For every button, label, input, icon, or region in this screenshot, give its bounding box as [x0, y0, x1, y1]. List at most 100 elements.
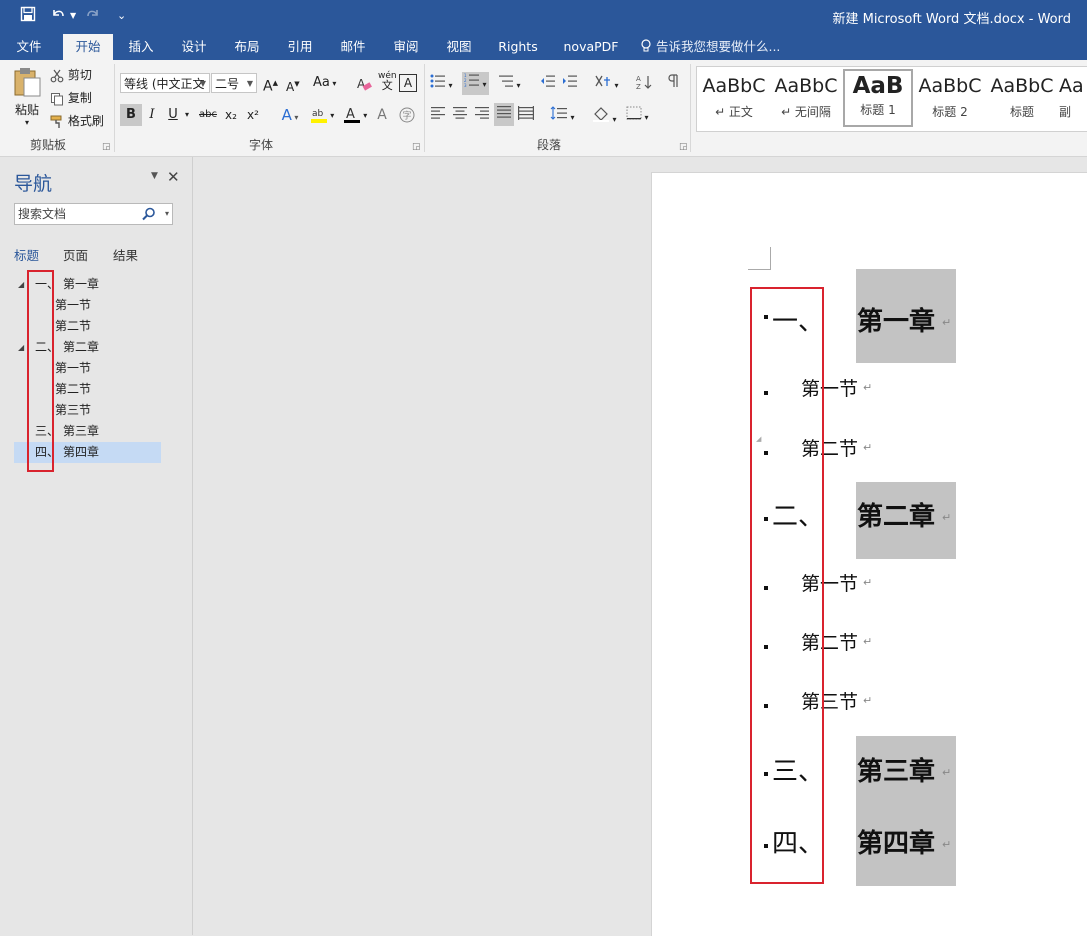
- decrease-indent-button[interactable]: [540, 74, 556, 93]
- style-name: ↵ 无间隔: [781, 105, 831, 119]
- paragraph-mark: ↵: [942, 766, 952, 779]
- collapse-triangle-icon[interactable]: ◢: [18, 337, 24, 358]
- pilcrow-icon: [668, 74, 678, 87]
- grow-font-button[interactable]: A▲: [263, 74, 278, 96]
- styles-gallery: AaBbC ↵ 正文 AaBbC ↵ 无间隔 AaB 标题 1 AaBbC 标题…: [696, 66, 1087, 132]
- nav-tab-results[interactable]: 结果: [113, 245, 138, 264]
- chinese-layout-button[interactable]: ▾: [594, 74, 619, 95]
- bullets-button[interactable]: ▾: [430, 74, 453, 95]
- style-name: 标题: [1009, 105, 1034, 119]
- heading-1-text[interactable]: 第一章: [857, 301, 935, 338]
- highlight-button[interactable]: ab ▾: [306, 104, 338, 126]
- subscript-button[interactable]: x₂: [222, 104, 240, 126]
- font-size-combo[interactable]: 二号 ▼: [211, 73, 257, 93]
- search-input[interactable]: 搜索文档 ▾: [14, 203, 173, 225]
- redo-icon[interactable]: [85, 6, 101, 26]
- clipboard-launcher-icon[interactable]: ◲: [102, 142, 111, 152]
- decrease-indent-icon: [541, 75, 555, 87]
- text-effects-button[interactable]: A ▾: [276, 104, 304, 126]
- style-heading-1[interactable]: AaB 标题 1: [843, 69, 913, 127]
- tab-file[interactable]: 文件: [8, 34, 50, 60]
- style-sample: AaBbC: [774, 75, 838, 97]
- tab-novapdf[interactable]: novaPDF: [556, 34, 626, 60]
- collapse-triangle-icon[interactable]: ◢: [18, 274, 24, 295]
- eraser-icon: A: [357, 77, 372, 91]
- sort-button[interactable]: AZ: [636, 74, 652, 95]
- shrink-font-button[interactable]: A▼: [286, 75, 300, 96]
- close-icon[interactable]: ✕: [167, 168, 180, 186]
- paste-dropdown-icon[interactable]: ▾: [10, 119, 44, 127]
- style-sample: AaBbC: [990, 75, 1054, 97]
- font-color-button[interactable]: A ▾: [340, 104, 370, 126]
- tab-home[interactable]: 开始: [63, 34, 113, 60]
- italic-button[interactable]: I: [143, 104, 161, 126]
- character-border-button[interactable]: A: [399, 74, 417, 92]
- copy-icon: [51, 92, 63, 105]
- numbering-button[interactable]: 123 ▾: [462, 72, 489, 95]
- heading-1-text[interactable]: 第四章: [857, 823, 935, 860]
- change-case-button[interactable]: Aa ▾: [313, 74, 336, 93]
- nav-options-icon[interactable]: ▼: [151, 171, 158, 181]
- nav-tab-pages[interactable]: 页面: [63, 245, 88, 264]
- enclose-characters-button[interactable]: 字: [396, 104, 418, 126]
- underline-dropdown-icon[interactable]: ▾: [182, 104, 192, 126]
- style-title[interactable]: AaBbC 标题: [987, 69, 1057, 127]
- undo-icon[interactable]: [50, 6, 66, 26]
- tab-review[interactable]: 审阅: [385, 34, 427, 60]
- heading-1-text[interactable]: 第三章: [857, 751, 935, 788]
- copy-button[interactable]: 复制: [50, 89, 92, 107]
- document-page[interactable]: 一、 第一章 ↵ 第一节 ↵ ◢ 第二节 ↵ 二、 第二章 ↵ 第一节 ↵ 第二…: [651, 172, 1087, 936]
- strikethrough-button[interactable]: abc: [196, 104, 220, 126]
- tell-me-box[interactable]: 告诉我您想要做什么...: [640, 34, 790, 60]
- show-formatting-marks-button[interactable]: [667, 74, 679, 93]
- align-right-icon: [475, 107, 489, 119]
- justify-button[interactable]: [494, 103, 514, 126]
- heading-1-text[interactable]: 第二章: [857, 496, 935, 533]
- font-name-combo[interactable]: 等线 (中文正文 ▼: [120, 73, 210, 93]
- phonetic-guide-button[interactable]: wén 文: [378, 72, 397, 92]
- style-normal[interactable]: AaBbC ↵ 正文: [699, 69, 769, 127]
- bold-button[interactable]: B: [120, 104, 142, 126]
- multilevel-list-button[interactable]: ▾: [498, 74, 521, 95]
- cut-button[interactable]: 剪切: [50, 66, 92, 84]
- line-spacing-button[interactable]: ▾: [550, 106, 575, 127]
- heading-text: 第四章: [63, 445, 100, 459]
- font-launcher-icon[interactable]: ◲: [412, 142, 421, 152]
- align-left-button[interactable]: [430, 106, 446, 125]
- style-subtitle[interactable]: Aa 副: [1059, 69, 1087, 127]
- tab-mailings[interactable]: 邮件: [332, 34, 374, 60]
- align-right-button[interactable]: [474, 106, 490, 125]
- underline-button[interactable]: U: [164, 104, 182, 126]
- tab-view[interactable]: 视图: [438, 34, 480, 60]
- superscript-button[interactable]: x²: [244, 104, 262, 126]
- borders-button[interactable]: ▾: [626, 106, 649, 127]
- distributed-button[interactable]: [518, 106, 534, 125]
- tab-design[interactable]: 设计: [173, 34, 215, 60]
- increase-indent-button[interactable]: [562, 74, 578, 93]
- svg-text:3: 3: [464, 83, 467, 87]
- save-icon[interactable]: [20, 6, 36, 26]
- chevron-down-icon[interactable]: ▾: [165, 204, 169, 224]
- tab-insert[interactable]: 插入: [120, 34, 162, 60]
- margin-corner-mark: [748, 247, 771, 270]
- undo-dropdown-icon[interactable]: ▼: [70, 6, 76, 26]
- chevron-down-icon: ▼: [246, 79, 253, 88]
- style-heading-2[interactable]: AaBbC 标题 2: [915, 69, 985, 127]
- search-icon[interactable]: [142, 207, 156, 221]
- style-no-spacing[interactable]: AaBbC ↵ 无间隔: [771, 69, 841, 127]
- tab-layout[interactable]: 布局: [226, 34, 268, 60]
- format-painter-button[interactable]: 格式刷: [50, 112, 104, 130]
- nav-tab-headings[interactable]: 标题: [14, 245, 39, 264]
- shading-button[interactable]: ▾: [592, 106, 617, 129]
- font-group-label: 字体: [249, 138, 274, 152]
- align-center-button[interactable]: [452, 106, 468, 125]
- heading-text: 第一章: [63, 277, 100, 291]
- tab-rights[interactable]: Rights: [492, 34, 544, 60]
- tell-me-text: 告诉我您想要做什么...: [655, 39, 781, 54]
- tab-references[interactable]: 引用: [279, 34, 321, 60]
- paragraph-launcher-icon[interactable]: ◲: [679, 142, 688, 152]
- paste-button[interactable]: 粘贴 ▾: [10, 66, 44, 127]
- character-shading-button[interactable]: A: [373, 104, 391, 126]
- clear-formatting-button[interactable]: A: [356, 74, 372, 92]
- customize-qat-icon[interactable]: ⌄: [117, 6, 126, 26]
